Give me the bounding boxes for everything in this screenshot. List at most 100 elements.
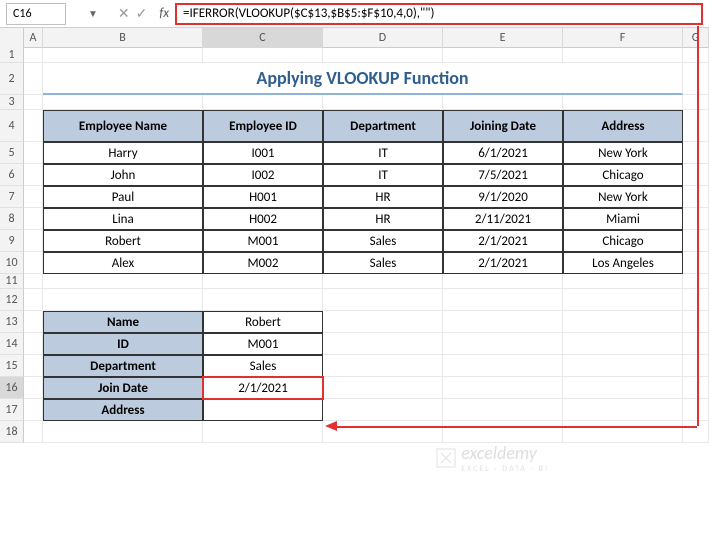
table-cell[interactable]: Lina [43, 208, 203, 230]
lookup-value[interactable] [203, 399, 323, 421]
col-header-f[interactable]: F [563, 28, 683, 48]
cell[interactable] [683, 289, 709, 311]
table-cell[interactable]: 6/1/2021 [443, 142, 563, 164]
row-header[interactable]: 3 [0, 95, 24, 110]
cell[interactable] [683, 311, 709, 333]
row-header[interactable]: 13 [0, 311, 24, 333]
table-cell[interactable]: 9/1/2020 [443, 186, 563, 208]
cell[interactable] [323, 355, 443, 377]
cell[interactable] [203, 421, 323, 443]
lookup-label[interactable]: Name [43, 311, 203, 333]
table-cell[interactable]: New York [563, 186, 683, 208]
cell[interactable] [43, 95, 203, 110]
cell[interactable] [443, 421, 563, 443]
table-cell[interactable]: 2/1/2021 [443, 252, 563, 274]
cell[interactable] [683, 274, 709, 289]
table-cell[interactable]: H001 [203, 186, 323, 208]
col-header-g[interactable]: G [683, 28, 709, 48]
cell[interactable] [683, 230, 709, 252]
table-header[interactable]: Department [323, 110, 443, 142]
name-box-dropdown[interactable]: ▼ [88, 7, 98, 20]
col-header-d[interactable]: D [323, 28, 443, 48]
cell[interactable] [683, 110, 709, 142]
cell[interactable] [24, 142, 43, 164]
cell[interactable] [24, 230, 43, 252]
cell[interactable] [43, 48, 203, 63]
cell[interactable] [203, 95, 323, 110]
cell[interactable] [563, 48, 683, 63]
cell[interactable] [24, 421, 43, 443]
name-box[interactable]: C16 [6, 3, 66, 25]
table-header[interactable]: Joining Date [443, 110, 563, 142]
cell[interactable] [683, 252, 709, 274]
col-header-c[interactable]: C [203, 28, 323, 48]
cell[interactable] [683, 399, 709, 421]
cell[interactable] [683, 48, 709, 63]
cell[interactable] [43, 289, 203, 311]
table-cell[interactable]: HR [323, 208, 443, 230]
table-cell[interactable]: Sales [323, 230, 443, 252]
cell[interactable] [323, 48, 443, 63]
table-cell[interactable]: HR [323, 186, 443, 208]
cell[interactable] [683, 164, 709, 186]
cell[interactable] [24, 63, 43, 95]
cell[interactable] [563, 95, 683, 110]
cancel-icon[interactable]: ✕ [118, 5, 130, 22]
table-cell[interactable]: M001 [203, 230, 323, 252]
table-cell[interactable]: 2/11/2021 [443, 208, 563, 230]
cell[interactable] [24, 399, 43, 421]
cell[interactable] [24, 274, 43, 289]
accept-icon[interactable]: ✓ [136, 5, 148, 22]
table-header[interactable]: Employee ID [203, 110, 323, 142]
row-header[interactable]: 9 [0, 230, 24, 252]
table-cell[interactable]: New York [563, 142, 683, 164]
formula-bar[interactable]: =IFERROR(VLOOKUP($C$13,$B$5:$F$10,4,0),"… [175, 3, 703, 25]
cell[interactable] [683, 421, 709, 443]
col-header-a[interactable]: A [24, 28, 43, 48]
row-header[interactable]: 8 [0, 208, 24, 230]
cell[interactable] [24, 311, 43, 333]
col-header-e[interactable]: E [443, 28, 563, 48]
cell[interactable] [683, 355, 709, 377]
cell[interactable] [203, 274, 323, 289]
cell[interactable] [563, 333, 683, 355]
table-header[interactable]: Employee Name [43, 110, 203, 142]
select-all-corner[interactable] [0, 28, 24, 48]
cell[interactable] [683, 186, 709, 208]
row-header[interactable]: 16 [0, 377, 24, 399]
cell[interactable] [24, 164, 43, 186]
table-cell[interactable]: Paul [43, 186, 203, 208]
lookup-label[interactable]: ID [43, 333, 203, 355]
cell[interactable] [24, 110, 43, 142]
cell[interactable] [443, 289, 563, 311]
table-cell[interactable]: Miami [563, 208, 683, 230]
cell[interactable] [24, 289, 43, 311]
cell[interactable] [683, 142, 709, 164]
row-header[interactable]: 12 [0, 289, 24, 311]
cell[interactable] [323, 289, 443, 311]
row-header[interactable]: 7 [0, 186, 24, 208]
cell[interactable] [323, 311, 443, 333]
cell[interactable] [683, 333, 709, 355]
cell[interactable] [683, 95, 709, 110]
cell[interactable] [323, 421, 443, 443]
lookup-value[interactable]: Sales [203, 355, 323, 377]
title-cell[interactable]: Applying VLOOKUP Function [43, 63, 683, 95]
cell[interactable] [24, 333, 43, 355]
cell[interactable] [24, 252, 43, 274]
table-cell[interactable]: IT [323, 142, 443, 164]
cell[interactable] [563, 274, 683, 289]
cell[interactable] [443, 355, 563, 377]
table-cell[interactable]: M002 [203, 252, 323, 274]
row-header[interactable]: 17 [0, 399, 24, 421]
lookup-value[interactable]: Robert [203, 311, 323, 333]
table-cell[interactable]: Sales [323, 252, 443, 274]
cell[interactable] [563, 399, 683, 421]
row-header[interactable]: 18 [0, 421, 24, 443]
cell[interactable] [563, 421, 683, 443]
table-cell[interactable]: Robert [43, 230, 203, 252]
row-header[interactable]: 14 [0, 333, 24, 355]
row-header[interactable]: 10 [0, 252, 24, 274]
row-header[interactable]: 2 [0, 63, 24, 95]
cell[interactable] [24, 95, 43, 110]
